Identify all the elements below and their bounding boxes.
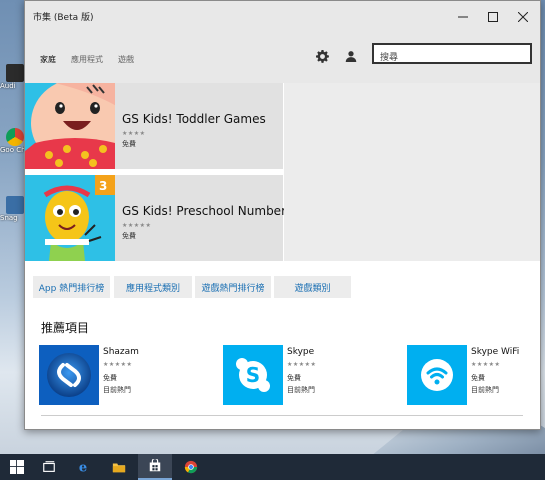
search-box[interactable] bbox=[372, 43, 532, 67]
game-categories-button[interactable]: 遊戲類別 bbox=[274, 276, 351, 298]
featured-card-preschool[interactable]: 3 GS Kids! Preschool Numbers ★★★★★ 免費 bbox=[25, 175, 292, 261]
price-label: 免費 bbox=[103, 374, 117, 382]
close-button[interactable] bbox=[508, 1, 538, 33]
file-explorer-icon bbox=[112, 463, 126, 473]
tab-home[interactable]: 家庭 bbox=[40, 54, 56, 65]
svg-text:3: 3 bbox=[99, 179, 107, 193]
minimize-button[interactable] bbox=[448, 1, 478, 33]
close-icon bbox=[518, 12, 528, 22]
minimize-icon bbox=[458, 16, 468, 18]
account-button[interactable] bbox=[342, 47, 360, 65]
featured-section: GS Kids! Toddler Games ★★★★ 免費 3 GS Kids… bbox=[25, 83, 540, 263]
trending-label: 目前熱門 bbox=[287, 386, 315, 394]
maximize-button[interactable] bbox=[478, 1, 508, 33]
start-button[interactable] bbox=[0, 454, 34, 480]
desktop-icon-audi[interactable]: Audi bbox=[0, 64, 26, 91]
rating-stars: ★★★★★ bbox=[122, 222, 152, 229]
person-icon bbox=[345, 51, 357, 62]
store-window: 市集 (Beta 版) 家庭 應用程式 遊戲 搜尋 GS Kids! Toddl… bbox=[24, 0, 541, 430]
desktop-icon-chrome[interactable]: Goo Chro bbox=[0, 128, 26, 155]
svg-text:S: S bbox=[246, 363, 260, 387]
store-icon bbox=[149, 459, 161, 472]
app-name: Shazam bbox=[103, 347, 139, 357]
store-button[interactable] bbox=[138, 454, 172, 480]
shazam-icon bbox=[39, 345, 99, 405]
window-title: 市集 (Beta 版) bbox=[33, 13, 94, 23]
app-tile-skype[interactable]: S Skype ★★★★★ 免費 目前熱門 bbox=[223, 345, 403, 405]
wifi-icon bbox=[407, 345, 467, 405]
chrome-button[interactable] bbox=[174, 454, 208, 480]
tab-games[interactable]: 遊戲 bbox=[118, 54, 134, 65]
rating-stars: ★★★★★ bbox=[287, 361, 317, 368]
app-tile-shazam[interactable]: Shazam ★★★★★ 免費 目前熱門 bbox=[39, 345, 219, 405]
price-label: 免費 bbox=[122, 232, 136, 240]
nav-bar: 家庭 應用程式 遊戲 bbox=[25, 33, 540, 83]
chrome-icon bbox=[6, 128, 24, 146]
rating-stars: ★★★★ bbox=[122, 130, 146, 137]
rating-stars: ★★★★★ bbox=[103, 361, 133, 368]
file-explorer-button[interactable] bbox=[102, 454, 136, 480]
chrome-icon bbox=[184, 460, 198, 474]
title-bar[interactable]: 市集 (Beta 版) bbox=[25, 1, 540, 33]
price-label: 免費 bbox=[287, 374, 301, 382]
recommended-title: 推薦項目 bbox=[41, 321, 90, 335]
section-divider bbox=[41, 415, 523, 416]
tab-apps[interactable]: 應用程式 bbox=[71, 54, 103, 65]
edge-icon: e bbox=[79, 460, 87, 474]
gear-icon bbox=[315, 49, 329, 63]
top-apps-button[interactable]: App 熱門排行榜 bbox=[33, 276, 110, 298]
price-label: 免費 bbox=[122, 140, 136, 148]
maximize-icon bbox=[488, 12, 498, 22]
windows-start-icon bbox=[10, 460, 24, 474]
search-input[interactable] bbox=[374, 49, 530, 67]
app-name: Skype WiFi bbox=[471, 347, 520, 357]
featured-title: GS Kids! Toddler Games bbox=[122, 112, 266, 126]
featured-title: GS Kids! Preschool Numbers bbox=[122, 204, 293, 218]
task-view-icon bbox=[43, 461, 55, 472]
skype-icon: S bbox=[223, 345, 283, 405]
preschool-numbers-artwork: 3 bbox=[25, 175, 115, 261]
trending-label: 目前熱門 bbox=[103, 386, 131, 394]
desktop-icon-snagit[interactable]: Snag bbox=[0, 196, 26, 223]
svg-text:e: e bbox=[79, 460, 87, 474]
featured-placeholder bbox=[284, 83, 540, 261]
task-view-button[interactable] bbox=[32, 454, 66, 480]
snagit-icon bbox=[6, 196, 24, 214]
rating-stars: ★★★★★ bbox=[471, 361, 501, 368]
price-label: 免費 bbox=[471, 374, 485, 382]
app-name: Skype bbox=[287, 347, 315, 357]
toddler-games-artwork bbox=[25, 83, 115, 169]
top-games-button[interactable]: 遊戲熱門排行榜 bbox=[195, 276, 271, 298]
taskbar: e bbox=[0, 454, 545, 480]
settings-button[interactable] bbox=[313, 47, 331, 65]
app-tile-skype-wifi[interactable]: Skype WiFi ★★★★★ 免費 目前熱門 bbox=[407, 345, 540, 405]
edge-button[interactable]: e bbox=[66, 454, 100, 480]
app-categories-button[interactable]: 應用程式類別 bbox=[114, 276, 192, 298]
audi-icon bbox=[6, 64, 24, 82]
featured-card-toddler[interactable]: GS Kids! Toddler Games ★★★★ 免費 bbox=[25, 83, 283, 169]
trending-label: 目前熱門 bbox=[471, 386, 499, 394]
